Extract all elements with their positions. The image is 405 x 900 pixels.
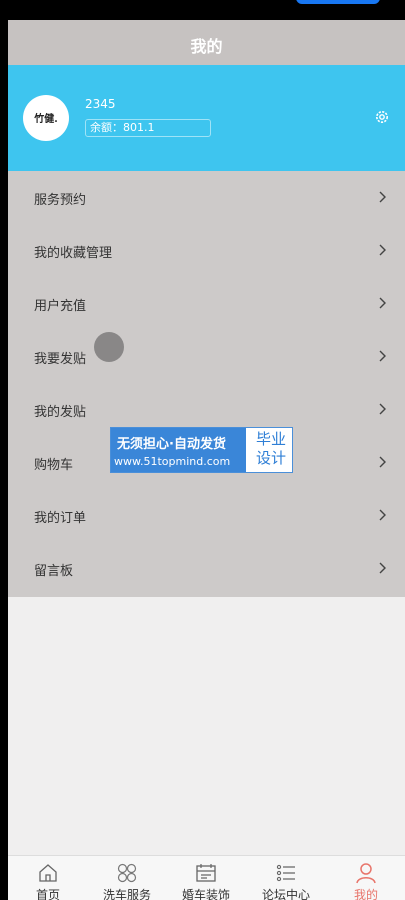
bottom-tab-bar: 首页 洗车服务 婚车装饰 论坛中心 我的 — [8, 855, 405, 900]
watermark-blue-panel: 无须担心·自动发货 www.51topmind.com — [111, 428, 246, 472]
watermark-badge: 无须担心·自动发货 www.51topmind.com 毕业 设计 — [110, 427, 293, 473]
chevron-right-icon — [379, 509, 386, 521]
menu-item-service-booking[interactable]: 服务预约 — [8, 171, 405, 224]
menu-item-recharge[interactable]: 用户充值 — [8, 277, 405, 330]
title-bar: 我的 — [8, 20, 405, 65]
chevron-right-icon — [379, 403, 386, 415]
menu-item-label: 我要发贴 — [34, 352, 87, 367]
tab-mine[interactable]: 我的 — [326, 856, 405, 900]
tab-label: 论坛中心 — [261, 888, 310, 900]
chevron-right-icon — [379, 191, 386, 203]
user-icon — [356, 863, 376, 884]
menu-item-favorites[interactable]: 我的收藏管理 — [8, 224, 405, 277]
grid-icon — [117, 863, 137, 883]
touch-indicator — [94, 332, 124, 362]
watermark-side1: 毕业 — [255, 430, 286, 448]
tab-home[interactable]: 首页 — [8, 856, 88, 900]
menu-item-label: 服务预约 — [34, 193, 87, 208]
watermark-side-text: 毕业 设计 — [251, 430, 291, 468]
avatar[interactable]: 竹健. — [23, 95, 69, 141]
menu-item-message-board[interactable]: 留言板 — [8, 542, 405, 595]
menu-item-label: 我的收藏管理 — [34, 246, 113, 261]
tab-forum[interactable]: 论坛中心 — [246, 856, 326, 900]
watermark-line2: www.51topmind.com — [114, 455, 231, 468]
status-pill — [296, 0, 380, 4]
chevron-right-icon — [379, 297, 386, 309]
tab-wedding-car[interactable]: 婚车装饰 — [166, 856, 246, 900]
profile-card: 竹健. 2345 余额：801.1 — [8, 65, 405, 171]
menu-item-label: 我的发贴 — [34, 405, 87, 420]
tab-label: 婚车装饰 — [181, 888, 230, 900]
tab-label: 首页 — [35, 888, 60, 900]
list-icon — [276, 864, 295, 882]
menu-item-label: 留言板 — [34, 564, 74, 579]
avatar-logo-text: 竹健. — [34, 114, 58, 125]
chevron-right-icon — [379, 456, 386, 468]
home-icon — [39, 864, 57, 882]
tab-label: 洗车服务 — [102, 888, 151, 900]
menu-item-new-post[interactable]: 我要发贴 — [8, 330, 405, 383]
app-screen: 我的 竹健. 2345 余额：801.1 服务预约 我的收藏管理 用户充值 我要… — [8, 20, 405, 900]
username: 2345 — [85, 97, 116, 111]
calendar-icon — [196, 864, 216, 882]
watermark-line1: 无须担心·自动发货 — [117, 437, 226, 452]
status-strip — [0, 0, 405, 20]
page-title: 我的 — [190, 37, 223, 56]
menu-item-label: 购物车 — [34, 458, 74, 473]
menu-item-label: 用户充值 — [34, 299, 87, 314]
menu-list: 服务预约 我的收藏管理 用户充值 我要发贴 我的发贴 购物车 我的订单 留言板 — [8, 171, 405, 597]
chevron-right-icon — [379, 562, 386, 574]
tab-label: 我的 — [353, 888, 378, 900]
watermark-side2: 设计 — [255, 449, 286, 467]
tab-car-wash[interactable]: 洗车服务 — [87, 856, 167, 900]
menu-item-label: 我的订单 — [34, 511, 87, 526]
chevron-right-icon — [379, 244, 386, 256]
menu-item-orders[interactable]: 我的订单 — [8, 489, 405, 542]
settings-gear-icon[interactable] — [374, 109, 390, 125]
balance-badge: 余额：801.1 — [85, 119, 211, 137]
chevron-right-icon — [379, 350, 386, 362]
